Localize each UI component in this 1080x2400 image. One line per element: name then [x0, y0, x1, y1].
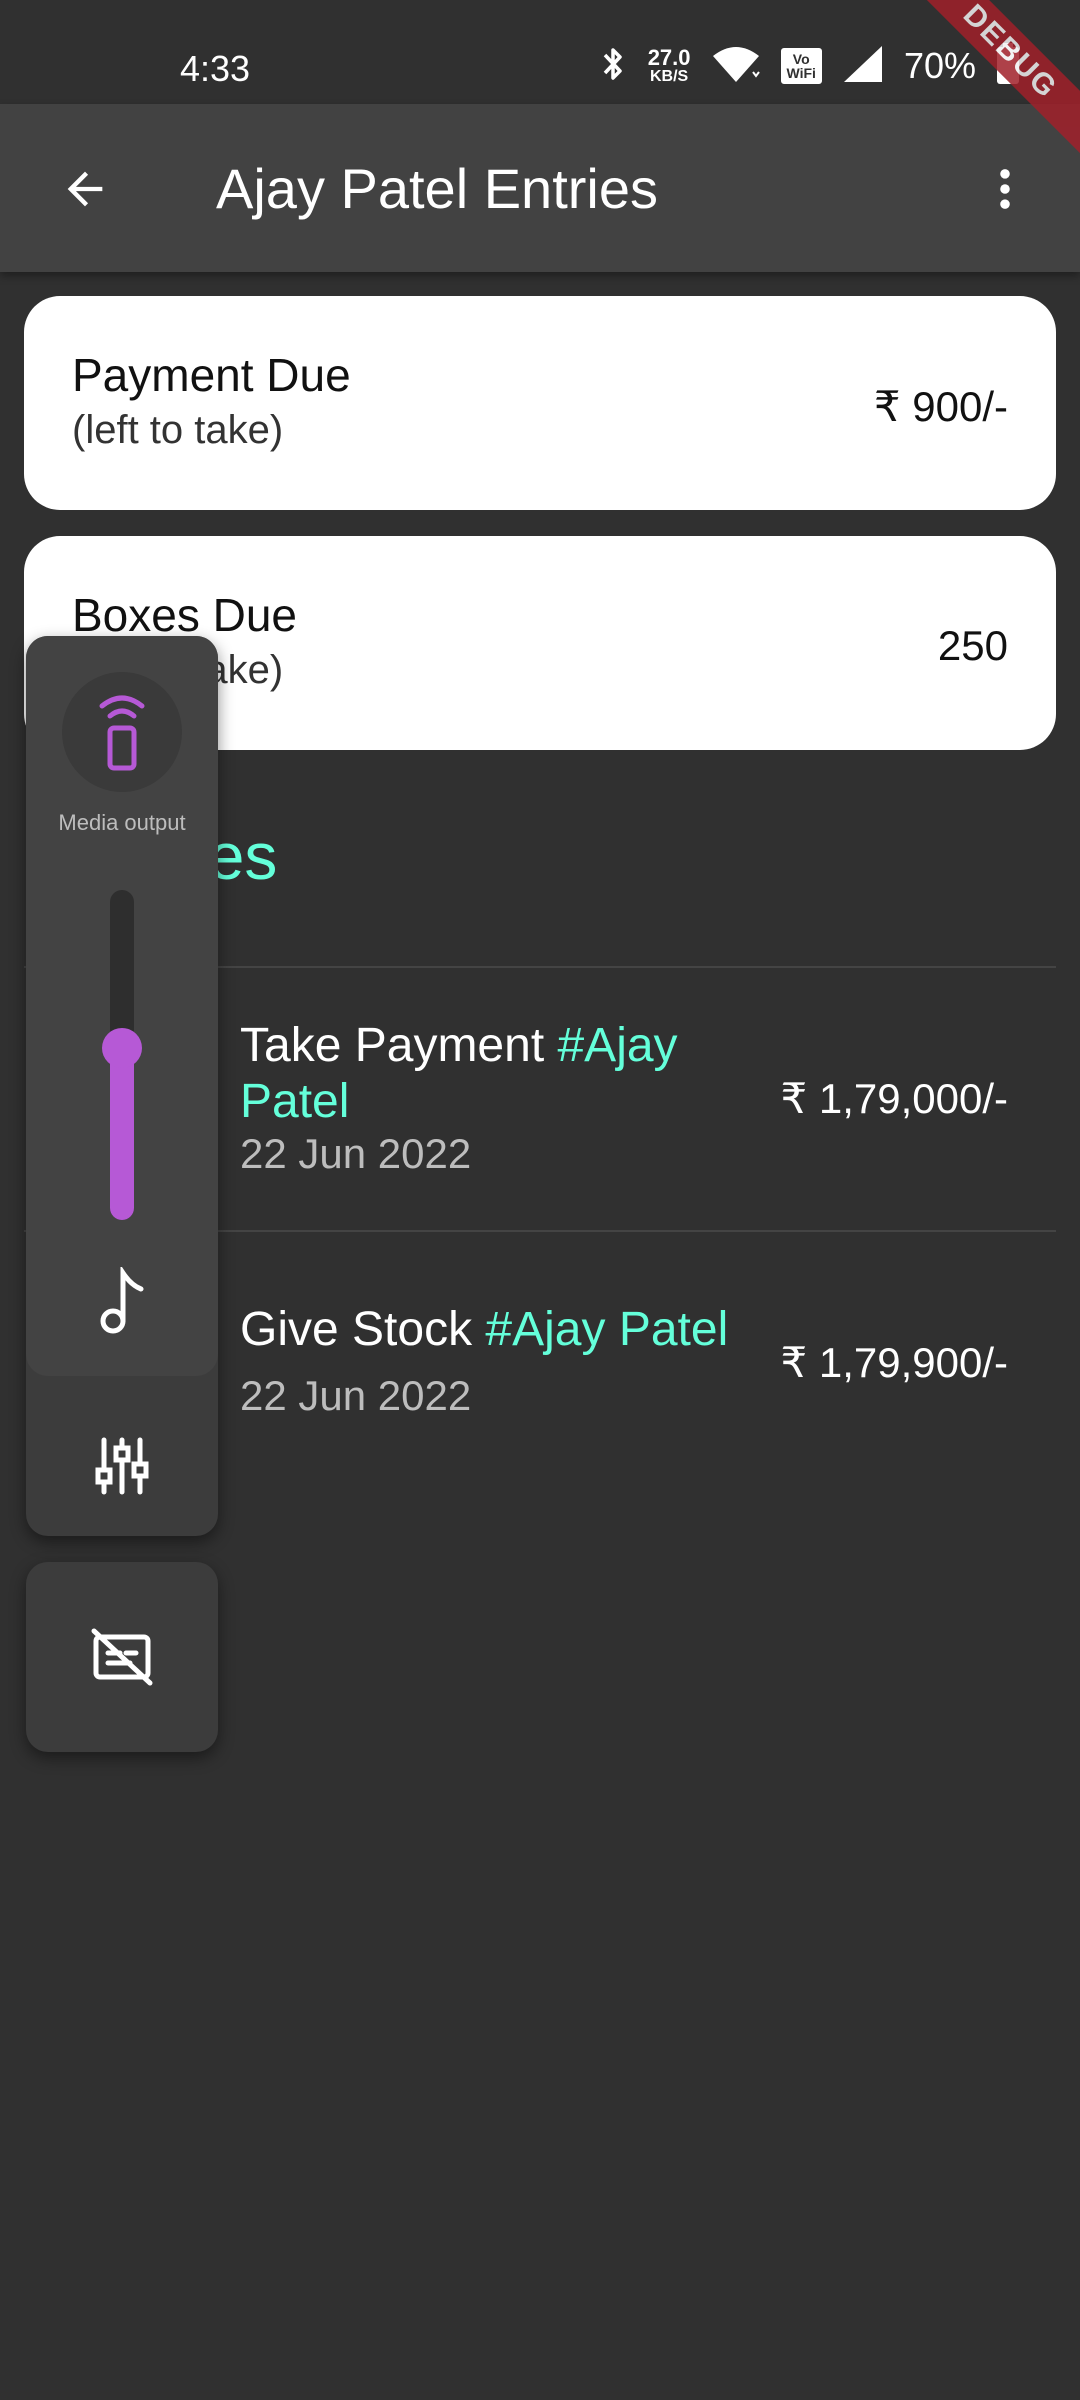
volume-panel: Media output — [26, 636, 218, 1536]
network-speed: 27.0 KB/S — [648, 47, 691, 85]
captions-off-icon — [91, 1628, 153, 1686]
entry-amount: ₹ 1,79,000/- — [780, 1075, 1008, 1122]
media-output-button[interactable] — [62, 672, 182, 792]
entry-date: 22 Jun 2022 — [240, 1372, 472, 1419]
status-bar: 4:33 27.0 KB/S Vo WiFi 70% — [0, 0, 1080, 104]
equalizer-button[interactable] — [82, 1426, 162, 1506]
volume-slider-fill — [110, 1048, 134, 1220]
back-button[interactable] — [50, 154, 120, 224]
payment-due-title: Payment Due — [72, 349, 351, 401]
entry-title: Take Payment #Ajay Patel — [240, 1018, 760, 1130]
volume-slider-panel: Media output — [26, 636, 218, 1376]
payment-due-subtitle: (left to take) — [72, 408, 284, 452]
entry-date: 22 Jun 2022 — [240, 1130, 472, 1177]
bluetooth-icon — [598, 44, 628, 89]
boxes-due-value: 250 — [937, 622, 1008, 669]
volume-slider-thumb[interactable] — [102, 1028, 142, 1068]
arrow-back-icon — [67, 171, 103, 207]
entry-tag[interactable]: #Ajay Patel — [485, 1303, 728, 1356]
payment-due-value: ₹ 900/- — [873, 383, 1008, 430]
equalizer-icon — [95, 1437, 149, 1495]
more-options-button[interactable] — [970, 154, 1040, 224]
signal-icon — [842, 44, 884, 89]
music-note-icon[interactable] — [92, 1262, 152, 1342]
wifi-icon — [711, 44, 761, 89]
network-speed-unit: KB/S — [649, 68, 689, 85]
status-time: 4:33 — [180, 48, 251, 89]
entry-title: Give Stock #Ajay Patel — [240, 1302, 760, 1358]
entry-action: Take Payment — [240, 1019, 558, 1072]
network-speed-value: 27.0 — [647, 45, 691, 70]
app-bar: Ajay Patel Entries — [0, 104, 1080, 272]
battery-percent: 70% — [903, 45, 976, 86]
entry-amount: ₹ 1,79,900/- — [780, 1339, 1008, 1386]
page-title: Ajay Patel Entries — [216, 157, 658, 220]
live-caption-button[interactable] — [26, 1562, 218, 1752]
media-output-label: Media output — [58, 810, 186, 835]
payment-due-card[interactable]: Payment Due (left to take) ₹ 900/- — [24, 296, 1056, 510]
vowifi-bottom: WiFi — [786, 65, 816, 81]
vowifi-icon: Vo WiFi — [780, 48, 822, 84]
entry-action: Give Stock — [240, 1303, 486, 1356]
boxes-due-title: Boxes Due — [72, 589, 298, 641]
more-vert-icon — [1000, 169, 1010, 209]
status-icons: 27.0 KB/S Vo WiFi 70% — [598, 40, 1020, 92]
vowifi-top: Vo — [792, 51, 810, 67]
media-output-icon — [99, 695, 145, 771]
